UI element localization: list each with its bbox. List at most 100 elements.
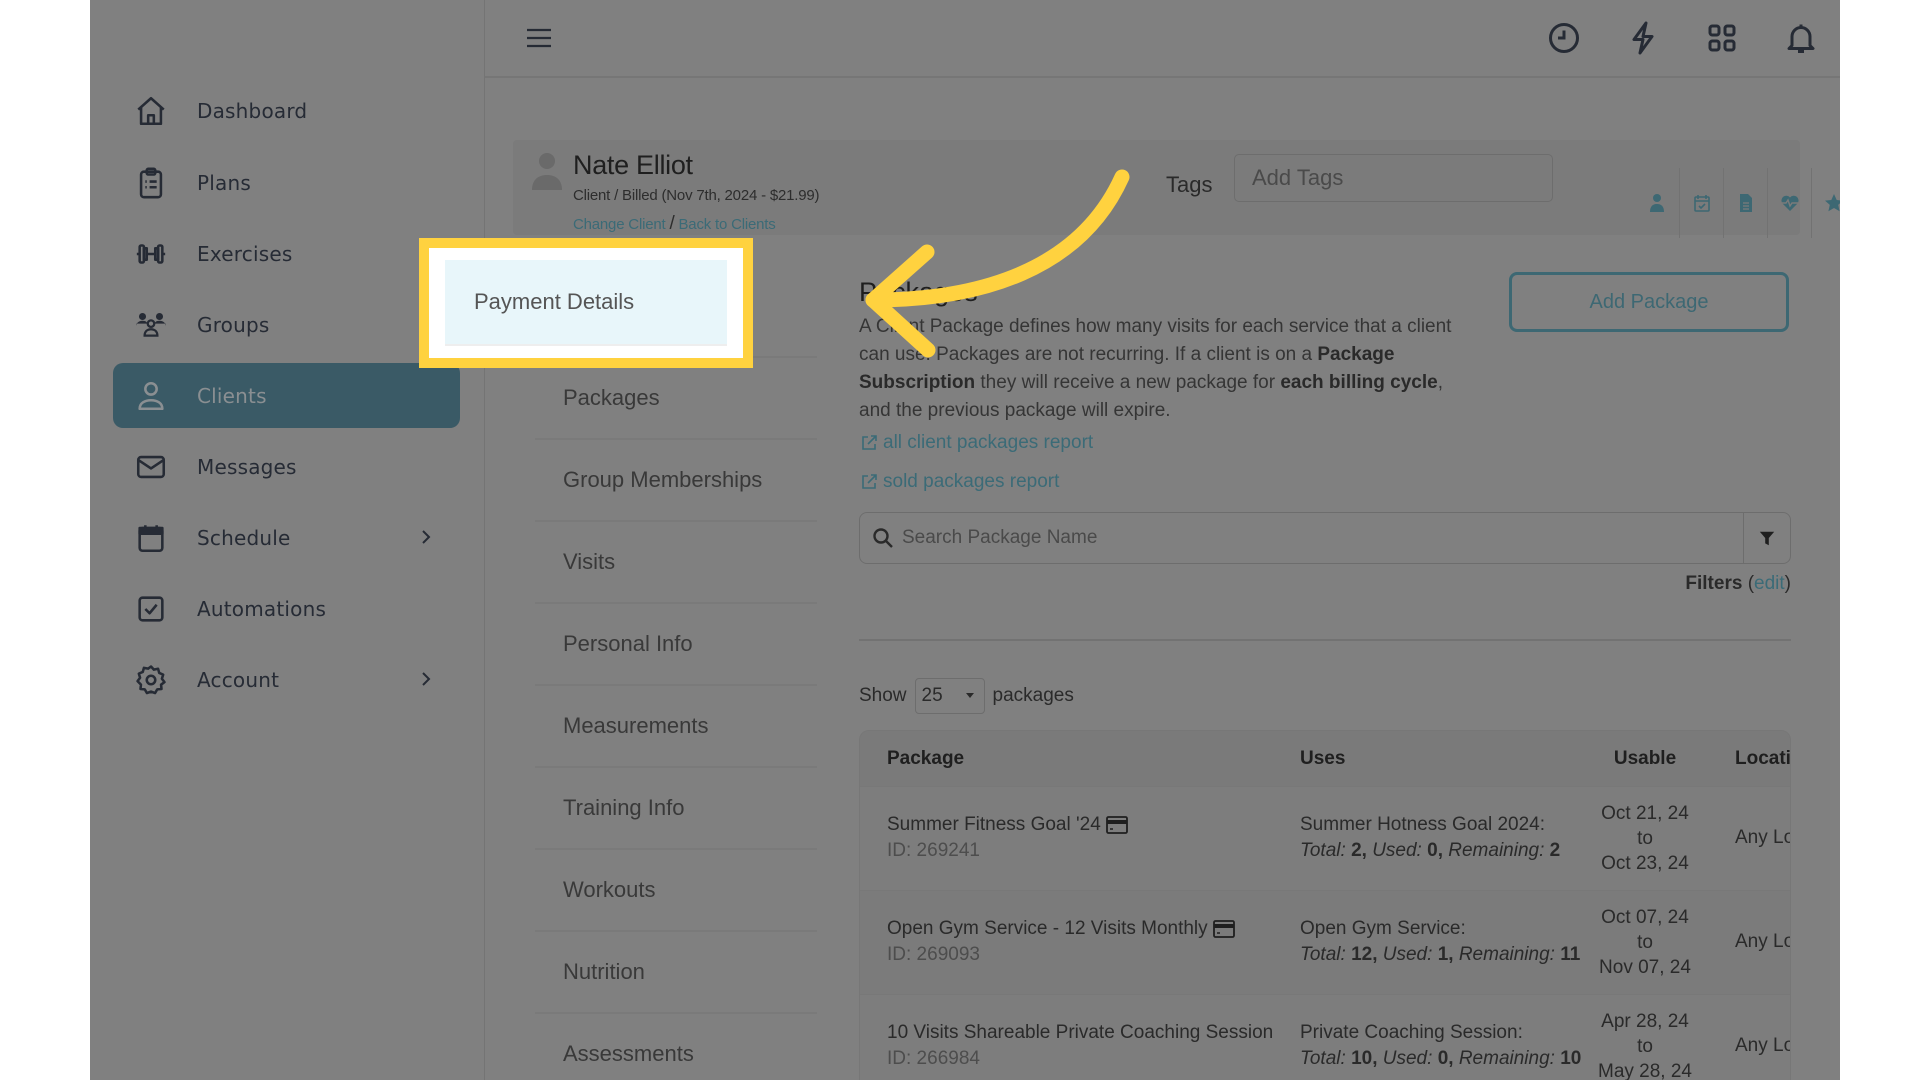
package-name[interactable]: Open Gym Service - 12 Visits Monthly	[887, 918, 1235, 940]
sidebar-item-messages[interactable]: Messages	[113, 434, 460, 499]
subnav-item-training-info[interactable]: Training Info	[535, 768, 817, 850]
subnav-item-visits[interactable]: Visits	[535, 522, 817, 604]
subnav-item-payment-details[interactable]: Payment Details	[445, 260, 727, 346]
sidebar-item-account[interactable]: Account	[113, 647, 460, 712]
sold-packages-report-link[interactable]: sold packages report	[859, 471, 1059, 493]
page-size-select[interactable]: 25	[915, 678, 985, 714]
external-link-icon	[859, 433, 879, 453]
add-package-button[interactable]: Add Package	[1509, 272, 1789, 332]
sidebar-item-schedule[interactable]: Schedule	[113, 505, 460, 570]
package-service: Open Gym Service:	[1300, 918, 1466, 940]
subnav-item-nutrition[interactable]: Nutrition	[535, 932, 817, 1014]
subnav-item-personal-info[interactable]: Personal Info	[535, 604, 817, 686]
uses-remaining-label: Remaining:	[1448, 840, 1544, 861]
apps-grid-icon[interactable]	[1704, 20, 1740, 56]
subnav-item-group-memberships[interactable]: Group Memberships	[535, 440, 817, 522]
star-icon	[1824, 193, 1841, 213]
sidebar: Dashboard Plans Exercises Groups Clients	[90, 0, 485, 1080]
calendar-icon	[133, 520, 169, 556]
sidebar-item-plans[interactable]: Plans	[113, 150, 460, 215]
package-search	[859, 512, 1791, 564]
sidebar-item-groups[interactable]: Groups	[113, 292, 460, 357]
subnav-item-measurements[interactable]: Measurements	[535, 686, 817, 768]
change-client-link[interactable]: Change Client	[573, 216, 665, 233]
uses-remaining-label: Remaining:	[1459, 1048, 1555, 1069]
package-uses: Total: 2, Used: 0, Remaining: 2	[1300, 840, 1560, 862]
profile-button[interactable]	[1635, 168, 1679, 238]
hamburger-menu-icon[interactable]	[525, 26, 553, 50]
divider	[859, 639, 1791, 641]
uses-total-value: 2	[1351, 840, 1362, 861]
tags-input[interactable]	[1234, 154, 1553, 202]
usable-from: Oct 21, 24	[1595, 801, 1695, 826]
favorite-button[interactable]	[1811, 168, 1840, 238]
sidebar-item-exercises[interactable]: Exercises	[113, 221, 460, 286]
filters-edit-link[interactable]: edit	[1754, 573, 1785, 594]
usable-to-word: to	[1595, 930, 1695, 955]
external-link-icon	[859, 472, 879, 492]
packages-table: Package Uses Usable Locati Summer Fitnes…	[859, 730, 1791, 1080]
table-row[interactable]: Summer Fitness Goal '24ID: 269241Summer …	[860, 786, 1790, 890]
page-size-value: 25	[922, 685, 943, 707]
client-status: Client / Billed (Nov 7th, 2024 - $21.99)	[573, 187, 819, 204]
sidebar-item-label: Clients	[197, 384, 267, 408]
envelope-icon	[133, 449, 169, 485]
sidebar-item-dashboard[interactable]: Dashboard	[113, 78, 460, 143]
package-name[interactable]: Summer Fitness Goal '24	[887, 814, 1128, 836]
table-row[interactable]: Open Gym Service - 12 Visits MonthlyID: …	[860, 890, 1790, 994]
lightning-icon[interactable]	[1625, 20, 1661, 56]
page-size-control: Show 25 packages	[859, 678, 1074, 714]
calendar-check-button[interactable]	[1679, 168, 1723, 238]
usable-to: Oct 23, 24	[1595, 851, 1695, 876]
column-header-usable[interactable]: Usable	[1595, 748, 1695, 770]
package-location: Any Lo	[1735, 1035, 1791, 1057]
sidebar-item-label: Groups	[197, 313, 270, 337]
app-window: Dashboard Plans Exercises Groups Clients	[90, 0, 1840, 1080]
uses-total-label: Total:	[1300, 944, 1346, 965]
bell-icon[interactable]	[1783, 20, 1819, 56]
client-header: Nate Elliot Client / Billed (Nov 7th, 20…	[513, 140, 1800, 235]
subnav-item-packages[interactable]: Packages	[535, 358, 817, 440]
health-button[interactable]	[1767, 168, 1811, 238]
sidebar-item-label: Account	[197, 668, 279, 692]
clock-icon[interactable]	[1546, 20, 1582, 56]
uses-total-value: 10	[1351, 1048, 1372, 1069]
sidebar-item-clients[interactable]: Clients	[113, 363, 460, 428]
package-usable-dates: Apr 28, 24toMay 28, 24	[1595, 1009, 1695, 1080]
heartbeat-icon	[1780, 193, 1800, 213]
chevron-right-icon	[414, 525, 438, 549]
packages-label: packages	[993, 685, 1074, 707]
home-icon	[133, 93, 169, 129]
uses-total-value: 12	[1351, 944, 1372, 965]
sidebar-item-label: Messages	[197, 455, 297, 479]
packages-title: Packages	[859, 277, 978, 308]
credit-card-icon	[1106, 816, 1128, 834]
gear-icon	[133, 662, 169, 698]
usable-to: Nov 07, 24	[1595, 955, 1695, 980]
package-name[interactable]: 10 Visits Shareable Private Coaching Ses…	[887, 1022, 1273, 1044]
column-header-location[interactable]: Locati	[1735, 748, 1791, 770]
search-input[interactable]	[902, 513, 1722, 563]
uses-remaining-label: Remaining:	[1459, 944, 1555, 965]
link-separator: /	[669, 213, 674, 234]
subnav-item-workouts[interactable]: Workouts	[535, 850, 817, 932]
description-text: they will receive a new package for	[975, 372, 1280, 393]
filter-button[interactable]	[1743, 513, 1790, 563]
table-row[interactable]: 10 Visits Shareable Private Coaching Ses…	[860, 994, 1790, 1080]
column-header-package[interactable]: Package	[887, 748, 964, 770]
package-name-text: Summer Fitness Goal '24	[887, 814, 1101, 836]
package-name-text: Open Gym Service - 12 Visits Monthly	[887, 918, 1208, 940]
subnav-item-assessments[interactable]: Assessments	[535, 1014, 817, 1080]
groups-icon	[133, 307, 169, 343]
sidebar-item-label: Dashboard	[197, 99, 307, 123]
column-header-uses[interactable]: Uses	[1300, 748, 1345, 770]
document-button[interactable]	[1723, 168, 1767, 238]
uses-total-label: Total:	[1300, 840, 1346, 861]
report-link-label: sold packages report	[883, 471, 1059, 493]
show-label: Show	[859, 685, 907, 707]
all-client-packages-report-link[interactable]: all client packages report	[859, 432, 1093, 454]
sidebar-item-automations[interactable]: Automations	[113, 576, 460, 641]
document-icon	[1736, 193, 1756, 213]
packages-description: A Client Package defines how many visits…	[859, 313, 1459, 425]
back-to-clients-link[interactable]: Back to Clients	[679, 216, 776, 233]
